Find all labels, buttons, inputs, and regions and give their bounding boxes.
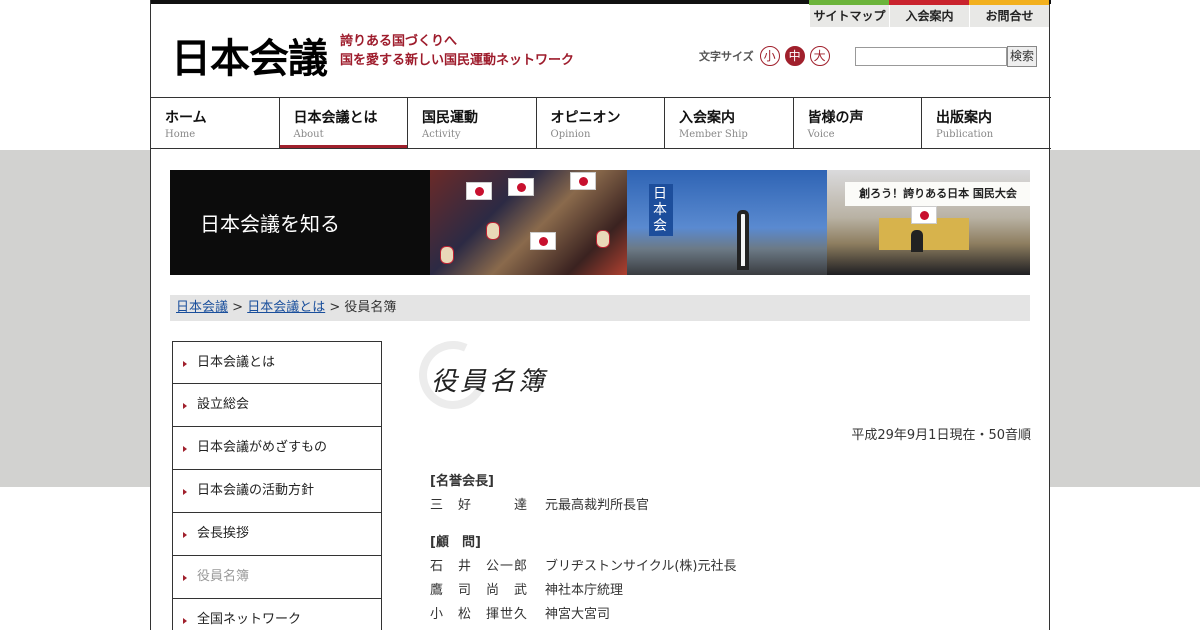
membership-link[interactable]: 入会案内 bbox=[889, 5, 969, 27]
site-logo[interactable]: 日本会議 bbox=[171, 26, 328, 84]
font-size-medium-button[interactable]: 中 bbox=[784, 46, 805, 66]
nav-publication-sublabel: Publication bbox=[936, 129, 994, 140]
breadcrumb: 日本会議 > 日本会議とは > 役員名簿 bbox=[170, 295, 1030, 321]
sidebar-item-greeting[interactable]: 会長挨拶 bbox=[172, 513, 382, 556]
page-heading: 役員名簿 bbox=[409, 331, 1031, 421]
member-row: 三 好 達 元最高裁判所長官 bbox=[430, 494, 649, 513]
nav-about-label: 日本会議とは bbox=[293, 110, 378, 126]
breadcrumb-current: 役員名簿 bbox=[344, 300, 397, 315]
sidebar-nav: 日本会議とは 設立総会 日本会議がめざすもの 日本会議の活動方針 会長挨拶 役員… bbox=[172, 341, 382, 630]
font-size-large-button[interactable]: 大 bbox=[809, 46, 830, 66]
nav-publication[interactable]: 出版案内 Publication bbox=[922, 98, 1051, 148]
banner-photo-assembly: 創ろう！誇りある日本 国民大会 bbox=[827, 170, 1030, 275]
nav-opinion-label: オピニオン bbox=[550, 110, 621, 126]
sidebar-item-policy[interactable]: 日本会議の活動方針 bbox=[172, 470, 382, 513]
member-row: 石 井 公一郎 ブリヂストンサイクル(株)元社長 bbox=[430, 555, 737, 574]
breadcrumb-separator: > bbox=[228, 300, 248, 315]
sidebar-item-goals[interactable]: 日本会議がめざすもの bbox=[172, 427, 382, 470]
page-title: 役員名簿 bbox=[431, 367, 548, 397]
member-row: 小 松 揮世久 神宮大宮司 bbox=[430, 603, 610, 622]
flag-icon bbox=[911, 206, 937, 224]
nav-membership-sublabel: Member Ship bbox=[679, 129, 748, 140]
section-heading: [顧 問] bbox=[430, 535, 481, 550]
search-input[interactable] bbox=[855, 47, 1007, 66]
main-content: 役員名簿 平成29年9月1日現在・50音順 [名誉会長] 三 好 達 元最高裁判… bbox=[409, 331, 1031, 622]
nav-activity-label: 国民運動 bbox=[422, 110, 478, 126]
nav-home-label: ホーム bbox=[165, 110, 207, 126]
banner-sign: 創ろう！誇りある日本 国民大会 bbox=[845, 182, 1030, 206]
banner-title: 日本会議を知る bbox=[200, 212, 340, 236]
nav-membership-label: 入会案内 bbox=[679, 110, 735, 126]
breadcrumb-about-link[interactable]: 日本会議とは bbox=[247, 300, 325, 315]
lantern-icon bbox=[596, 230, 610, 248]
font-size-label: 文字サイズ bbox=[699, 50, 754, 63]
contact-link[interactable]: お問合せ bbox=[969, 5, 1049, 27]
member-name: 石 井 公一郎 bbox=[430, 559, 529, 574]
search-form: 検索 bbox=[855, 46, 1037, 67]
tagline-line-2: 国を愛する新しい国民運動ネットワーク bbox=[340, 53, 575, 68]
nav-publication-label: 出版案内 bbox=[936, 110, 992, 126]
member-name: 小 松 揮世久 bbox=[430, 607, 529, 622]
member-title: 神宮大宮司 bbox=[545, 607, 611, 622]
lantern-icon bbox=[486, 222, 500, 240]
banner-photo-rally bbox=[430, 170, 627, 275]
sidebar-item-officers[interactable]: 役員名簿 bbox=[172, 556, 382, 599]
sidebar-item-network[interactable]: 全国ネットワーク bbox=[172, 599, 382, 630]
sitemap-link[interactable]: サイトマップ bbox=[809, 5, 889, 27]
nav-membership[interactable]: 入会案内 Member Ship bbox=[665, 98, 794, 148]
flag-icon bbox=[466, 182, 492, 200]
flag-icon bbox=[530, 232, 556, 250]
breadcrumb-home-link[interactable]: 日本会議 bbox=[176, 300, 228, 315]
nav-voice[interactable]: 皆様の声 Voice bbox=[794, 98, 922, 148]
nav-activity-sublabel: Activity bbox=[422, 129, 461, 140]
page-banner: 日本会議を知る 日本会 創ろう！誇りある日本 国民大会 bbox=[170, 170, 1030, 275]
member-title: 元最高裁判所長官 bbox=[545, 498, 650, 513]
site-tagline: 誇りある国づくりへ 国を愛する新しい国民運動ネットワーク bbox=[340, 32, 574, 70]
nav-home[interactable]: ホーム Home bbox=[151, 98, 280, 148]
flag-icon bbox=[570, 172, 596, 190]
nav-activity[interactable]: 国民運動 Activity bbox=[408, 98, 537, 148]
nav-voice-sublabel: Voice bbox=[807, 129, 835, 140]
breadcrumb-separator: > bbox=[325, 300, 345, 315]
global-nav: ホーム Home 日本会議とは About 国民運動 Activity オピニオ… bbox=[151, 97, 1051, 149]
banner-photo-speech: 日本会 bbox=[627, 170, 827, 275]
sidebar-item-about[interactable]: 日本会議とは bbox=[172, 341, 382, 384]
sidebar-item-founding[interactable]: 設立総会 bbox=[172, 384, 382, 427]
tagline-line-1: 誇りある国づくりへ bbox=[340, 34, 458, 49]
search-button[interactable]: 検索 bbox=[1007, 46, 1037, 67]
nav-opinion-sublabel: Opinion bbox=[550, 129, 591, 140]
member-name: 鷹 司 尚 武 bbox=[430, 583, 529, 598]
nav-about-sublabel: About bbox=[293, 129, 324, 140]
nav-opinion[interactable]: オピニオン Opinion bbox=[537, 98, 665, 148]
member-title: ブリヂストンサイクル(株)元社長 bbox=[545, 559, 737, 574]
banner-photo-text: 日本会 bbox=[649, 184, 673, 236]
member-title: 神社本庁統理 bbox=[545, 583, 624, 598]
font-size-control: 文字サイズ 小 中 大 bbox=[699, 46, 835, 66]
as-of-note: 平成29年9月1日現在・50音順 bbox=[851, 428, 1031, 443]
nav-about[interactable]: 日本会議とは About bbox=[279, 98, 408, 148]
lantern-icon bbox=[440, 246, 454, 264]
nav-voice-label: 皆様の声 bbox=[807, 110, 864, 126]
page-container: サイトマップ 入会案内 お問合せ 日本会議 誇りある国づくりへ 国を愛する新しい… bbox=[150, 0, 1051, 630]
podium-figure bbox=[911, 230, 923, 252]
member-row: 鷹 司 尚 武 神社本庁統理 bbox=[430, 579, 623, 598]
speaker-figure bbox=[737, 210, 749, 270]
font-size-small-button[interactable]: 小 bbox=[759, 46, 780, 66]
member-name: 三 好 達 bbox=[430, 498, 529, 513]
flag-icon bbox=[508, 178, 534, 196]
section-heading: [名誉会長] bbox=[430, 474, 494, 489]
nav-home-sublabel: Home bbox=[165, 129, 196, 140]
utility-nav: サイトマップ 入会案内 お問合せ bbox=[809, 5, 1049, 27]
